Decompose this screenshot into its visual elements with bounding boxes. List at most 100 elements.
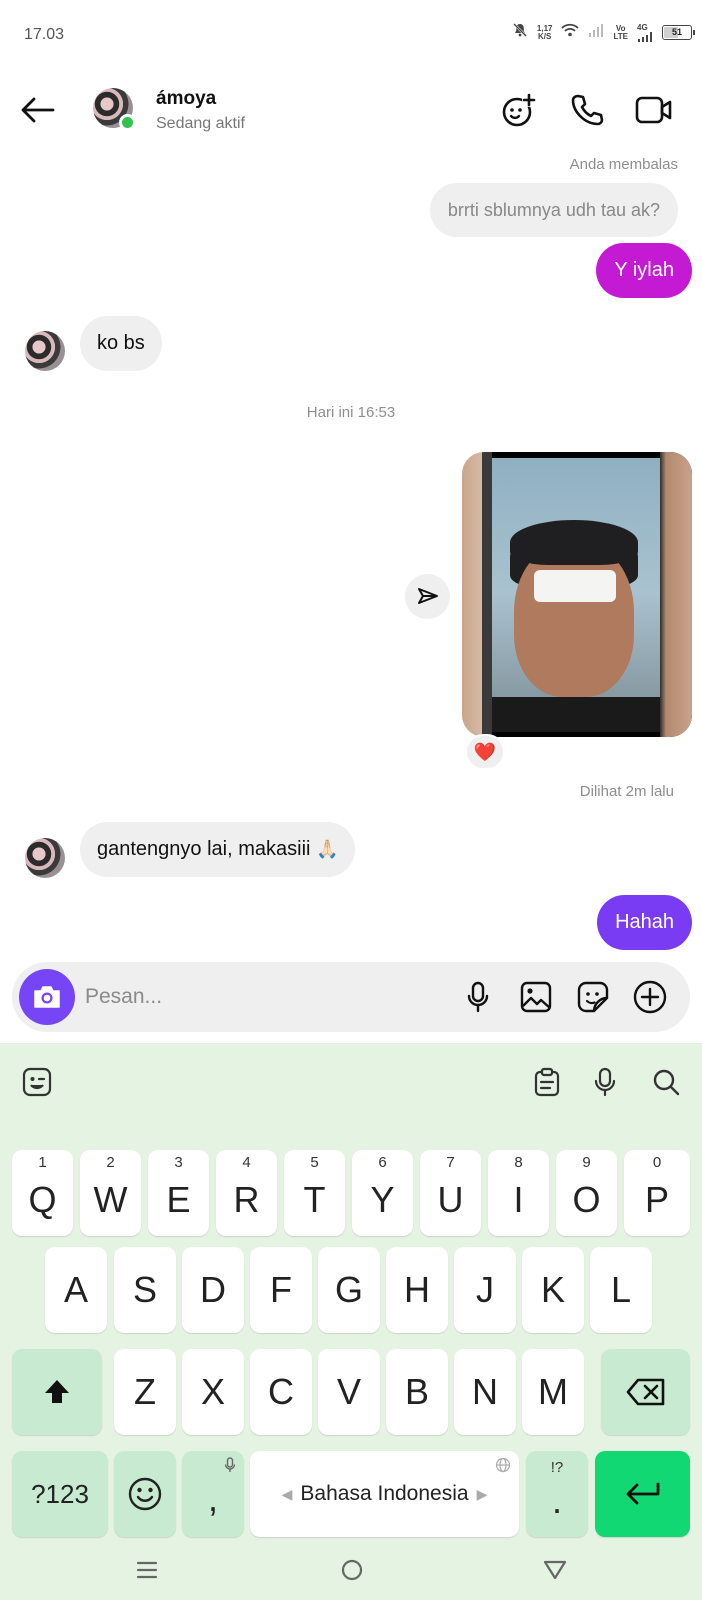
key-label: E: [166, 1179, 191, 1220]
key-r[interactable]: 4R: [216, 1150, 277, 1236]
backspace-key[interactable]: [601, 1349, 690, 1435]
phone-icon: [571, 94, 604, 126]
key-w[interactable]: 2W: [80, 1150, 141, 1236]
sender-avatar[interactable]: [25, 838, 65, 878]
key-a[interactable]: A: [45, 1247, 107, 1333]
emoji-key[interactable]: [114, 1451, 176, 1537]
online-indicator: [119, 114, 136, 131]
period-label: .: [551, 1480, 562, 1521]
reply-quote-bubble[interactable]: brrti sblumnya udh tau ak?: [429, 183, 678, 237]
chevron-right-icon: ▶: [476, 1485, 488, 1502]
key-m[interactable]: M: [522, 1349, 584, 1435]
key-q[interactable]: 1Q: [12, 1150, 73, 1236]
emoji-panel-button[interactable]: [16, 1061, 58, 1103]
outgoing-message[interactable]: Hahah: [597, 895, 692, 950]
space-language-label: Bahasa Indonesia: [300, 1482, 469, 1505]
key-o[interactable]: 9O: [556, 1150, 617, 1236]
clipboard-button[interactable]: [526, 1061, 568, 1103]
key-e[interactable]: 3E: [148, 1150, 209, 1236]
key-k[interactable]: K: [522, 1247, 584, 1333]
home-button[interactable]: [332, 1552, 372, 1588]
key-label: W: [93, 1179, 128, 1220]
recent-apps-button[interactable]: [127, 1552, 167, 1588]
seen-label: Dilihat 2m lalu: [579, 783, 674, 800]
sticker-button[interactable]: [571, 975, 615, 1019]
voice-input-button[interactable]: [584, 1061, 626, 1103]
symbols-key[interactable]: ?123: [12, 1451, 108, 1537]
period-key[interactable]: !? .: [526, 1451, 588, 1537]
signal-strong-icon: [638, 31, 652, 42]
key-l[interactable]: L: [590, 1247, 652, 1333]
battery-level: 51: [671, 27, 682, 37]
heart-reaction[interactable]: ❤️: [465, 734, 505, 770]
key-hint: 5: [310, 1154, 319, 1171]
key-j[interactable]: J: [454, 1247, 516, 1333]
key-label: T: [303, 1179, 326, 1220]
reply-label: Anda membalas: [569, 156, 678, 173]
key-t[interactable]: 5T: [284, 1150, 345, 1236]
wifi-icon: [561, 23, 580, 42]
message-input[interactable]: [85, 979, 385, 1015]
key-label: R: [233, 1179, 260, 1220]
incoming-message[interactable]: ko bs: [80, 316, 162, 371]
key-u[interactable]: 7U: [420, 1150, 481, 1236]
key-hint: 7: [446, 1154, 455, 1171]
key-y[interactable]: 6Y: [352, 1150, 413, 1236]
key-i[interactable]: 8I: [488, 1150, 549, 1236]
key-v[interactable]: V: [318, 1349, 380, 1435]
status-icons: 1,17 K/S Vo LTE 4G 51: [512, 22, 695, 43]
status-time: 17.03: [24, 26, 65, 43]
space-key[interactable]: ◀ Bahasa Indonesia ▶: [250, 1451, 519, 1537]
signal-weak-icon: [588, 23, 604, 42]
key-p[interactable]: 0P: [624, 1150, 690, 1236]
paper-plane-icon: [417, 587, 438, 604]
camera-button[interactable]: [19, 969, 75, 1025]
shift-key[interactable]: [12, 1349, 102, 1435]
more-options-button[interactable]: [628, 975, 672, 1019]
key-d[interactable]: D: [182, 1247, 244, 1333]
photo-message[interactable]: [462, 452, 692, 737]
keyboard-search-button[interactable]: [645, 1061, 687, 1103]
key-b[interactable]: B: [386, 1349, 448, 1435]
key-s[interactable]: S: [114, 1247, 176, 1333]
outgoing-message[interactable]: Y iylah: [596, 243, 692, 298]
key-label: O: [572, 1179, 601, 1220]
key-label: P: [644, 1179, 669, 1220]
add-people-button[interactable]: [497, 88, 541, 132]
smiley-icon: [128, 1477, 162, 1511]
back-nav-button[interactable]: [535, 1552, 575, 1588]
back-triangle-icon: [543, 1560, 567, 1580]
key-c[interactable]: C: [250, 1349, 312, 1435]
contact-name[interactable]: ámoya: [156, 88, 216, 110]
key-g[interactable]: G: [318, 1247, 380, 1333]
key-label: Y: [370, 1179, 395, 1220]
punctuation-hint: !?: [550, 1459, 564, 1476]
photo-phone-bezel: [492, 697, 662, 732]
microphone-icon: [594, 1067, 616, 1097]
sender-avatar[interactable]: [25, 331, 65, 371]
key-n[interactable]: N: [454, 1349, 516, 1435]
comma-key[interactable]: ,: [182, 1451, 244, 1537]
voice-message-button[interactable]: [456, 975, 500, 1019]
volte-indicator: Vo LTE: [613, 24, 628, 41]
backspace-icon: [626, 1378, 664, 1406]
key-h[interactable]: H: [386, 1247, 448, 1333]
key-f[interactable]: F: [250, 1247, 312, 1333]
back-button[interactable]: [18, 90, 58, 130]
share-button[interactable]: [405, 574, 450, 619]
key-x[interactable]: X: [182, 1349, 244, 1435]
globe-icon: [495, 1457, 511, 1473]
gallery-button[interactable]: [514, 975, 558, 1019]
call-button[interactable]: [565, 88, 609, 132]
key-z[interactable]: Z: [114, 1349, 176, 1435]
video-call-button[interactable]: [632, 88, 676, 132]
key-hint: 6: [378, 1154, 387, 1171]
contact-status: Sedang aktif: [156, 115, 245, 132]
incoming-message[interactable]: gantengnyo lai, makasiii 🙏🏻: [80, 822, 356, 877]
photo-hand: [660, 452, 692, 737]
enter-key[interactable]: [595, 1451, 690, 1537]
microphone-icon: [224, 1457, 236, 1472]
status-bar: 17.03 1,17 K/S Vo LTE 4G 51: [0, 0, 702, 70]
network-speed-unit: K/S: [538, 31, 552, 41]
sticker-icon: [577, 981, 609, 1013]
